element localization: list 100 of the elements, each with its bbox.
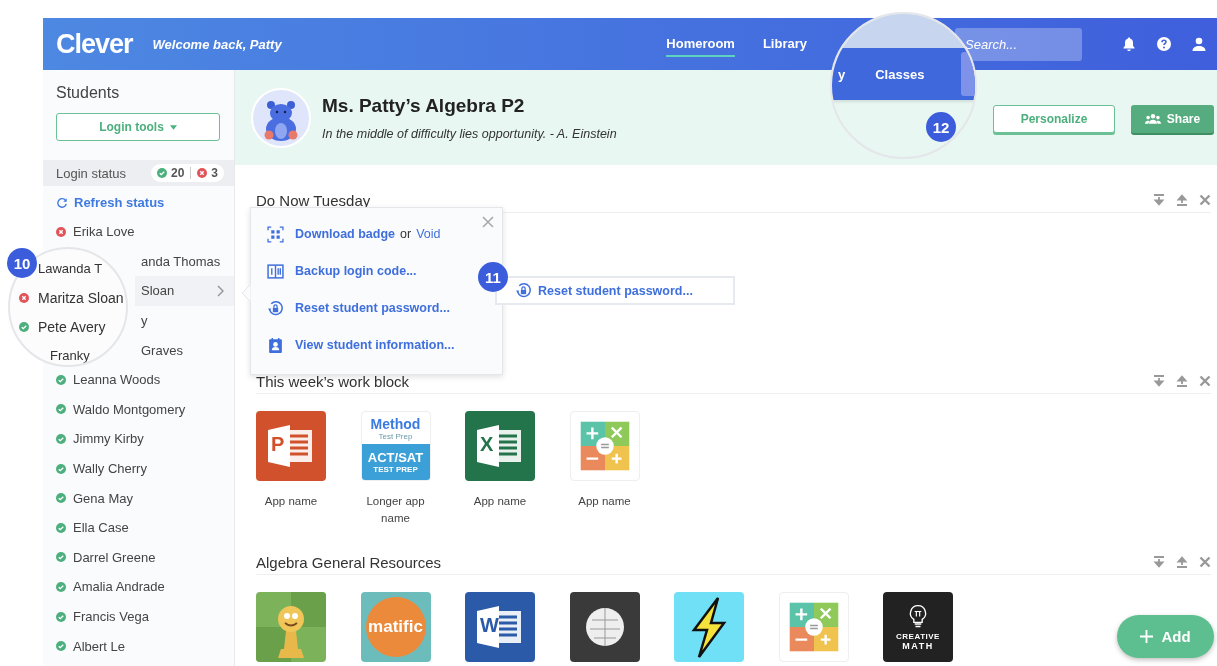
student-name: Francis Vega <box>73 609 149 624</box>
globe-app-tile[interactable] <box>569 592 640 662</box>
word-app-tile[interactable]: W <box>465 592 535 662</box>
menu-link[interactable]: Backup login code... <box>295 264 417 278</box>
student-name: Waldo Montgomery <box>73 401 186 417</box>
bell-icon[interactable] <box>1121 36 1137 52</box>
move-down-icon[interactable] <box>1153 556 1165 568</box>
student-row[interactable]: Darrel Greene <box>43 542 234 573</box>
user-icon[interactable] <box>1191 36 1207 52</box>
help-icon[interactable] <box>1156 36 1172 52</box>
classes-tab[interactable]: Classes <box>875 66 925 82</box>
chess-pawn-drawing <box>256 592 326 662</box>
app-letter: P <box>271 433 285 456</box>
close-icon[interactable] <box>1199 375 1211 387</box>
app-name: App name <box>577 494 632 509</box>
menu-link[interactable]: View student information... <box>295 338 455 352</box>
student-row[interactable]: Gena May <box>43 483 234 513</box>
nav-tab[interactable]: Homeroom <box>666 31 735 57</box>
student-row[interactable]: Francis Vega <box>43 601 234 632</box>
powerpoint-app-tile[interactable]: P <box>256 411 326 481</box>
caret-icon <box>169 124 177 130</box>
welcome-text: Welcome back, Patty <box>152 36 282 52</box>
move-up-icon[interactable] <box>1176 375 1188 387</box>
people-icon <box>1144 113 1161 124</box>
section-title: Algebra General Resources <box>256 553 442 571</box>
student-row[interactable]: Graves <box>135 335 234 365</box>
logo[interactable]: Clever <box>56 28 133 60</box>
student-row[interactable]: Wally Cherry <box>43 453 234 484</box>
lock-reset-icon <box>267 299 284 317</box>
coin-drawing <box>360 592 431 662</box>
nav-tab[interactable]: Library <box>762 31 807 57</box>
student-row[interactable]: Waldo Montgomery <box>43 394 234 425</box>
student-name: Graves <box>141 342 183 358</box>
bear-avatar <box>251 87 311 148</box>
student-name: Ella Case <box>73 520 129 536</box>
student-name: Pete Avery <box>38 318 106 335</box>
void-link[interactable]: Void <box>416 227 441 241</box>
sidebar-title: Students <box>55 83 121 103</box>
student-name: Darrel Greene <box>73 549 156 565</box>
class-title: Ms. Patty’s Algebra P2 <box>322 94 526 117</box>
menu-link[interactable]: Reset student password... <box>295 301 450 315</box>
creative-text: CREATIVE <box>896 631 940 641</box>
act-sat-text: ACT/SAT <box>367 450 424 465</box>
student-name: Maritza Sloan <box>38 289 124 306</box>
refresh-link[interactable]: Refresh status <box>43 188 234 217</box>
class-quote: In the middle of difficulty lies opportunity. - A. Einstein <box>322 126 617 141</box>
excel-app-tile[interactable]: X <box>465 411 535 481</box>
error-count: 3 <box>211 166 218 180</box>
student-row[interactable]: Amalia Andrade <box>43 572 234 602</box>
math-text: MATH <box>902 640 934 651</box>
student-row[interactable]: Leanna Woods <box>43 364 234 395</box>
student-row[interactable]: Ella Case <box>43 512 234 543</box>
or-text: or <box>400 227 412 241</box>
chess-app-tile[interactable] <box>256 592 326 662</box>
lightbulb-icon <box>908 603 928 629</box>
method-app-tile[interactable]: Method Test Prep ACT/SAT TEST PREP <box>360 411 431 481</box>
lock-reset-icon <box>515 282 532 299</box>
plus-icon <box>1140 630 1154 643</box>
matific-logo-text: matific <box>368 617 423 637</box>
app-name: Longer app name <box>365 494 426 526</box>
code-card-icon <box>267 262 284 280</box>
method-logo-text: Method <box>370 416 421 432</box>
menu-link[interactable]: Download badge <box>295 227 395 241</box>
student-name: y <box>141 313 148 329</box>
student-name: anda Thomas <box>141 253 221 269</box>
student-name: Amalia Andrade <box>73 579 165 595</box>
callout-label: Reset student password... <box>538 283 693 298</box>
mathops-app-tile[interactable] <box>569 411 640 481</box>
student-name: Erika Love <box>73 224 135 240</box>
search-field-fragment <box>961 52 975 96</box>
student-row[interactable]: Sloan <box>135 276 234 306</box>
student-row[interactable]: y <box>135 305 234 336</box>
student-row[interactable]: Jimmy Kirby <box>43 424 234 454</box>
bolt-app-tile[interactable] <box>674 592 744 662</box>
globe-icon <box>569 592 640 662</box>
creative-math-app-tile[interactable]: CREATIVE MATH <box>883 592 953 662</box>
move-down-icon[interactable] <box>1153 194 1165 206</box>
mathops-app-tile[interactable] <box>778 592 849 662</box>
check-icon <box>156 168 167 178</box>
student-row[interactable]: anda Thomas <box>135 246 234 277</box>
move-down-icon[interactable] <box>1153 375 1165 387</box>
move-up-icon[interactable] <box>1176 194 1188 206</box>
error-icon <box>197 168 208 178</box>
student-row[interactable]: Erika Love <box>43 217 234 247</box>
student-name: Albert Le <box>73 638 126 654</box>
student-row[interactable]: Albert Le <box>43 631 234 661</box>
close-icon[interactable] <box>1199 556 1211 568</box>
section-title: Do Now Tuesday <box>256 191 371 209</box>
app-letter: W <box>480 614 499 637</box>
app-name: App name <box>263 494 319 509</box>
app-letter: X <box>480 433 494 456</box>
student-name: Gena May <box>73 490 133 506</box>
close-icon[interactable] <box>1199 194 1211 206</box>
student-name: Leanna Woods <box>73 372 161 388</box>
move-up-icon[interactable] <box>1176 556 1188 568</box>
student-name: Wally Cherry <box>73 461 147 477</box>
student-name: Franky <box>50 348 90 363</box>
refresh-icon <box>56 196 68 209</box>
close-icon[interactable] <box>482 216 494 228</box>
login-status-label: Login status <box>56 165 127 181</box>
